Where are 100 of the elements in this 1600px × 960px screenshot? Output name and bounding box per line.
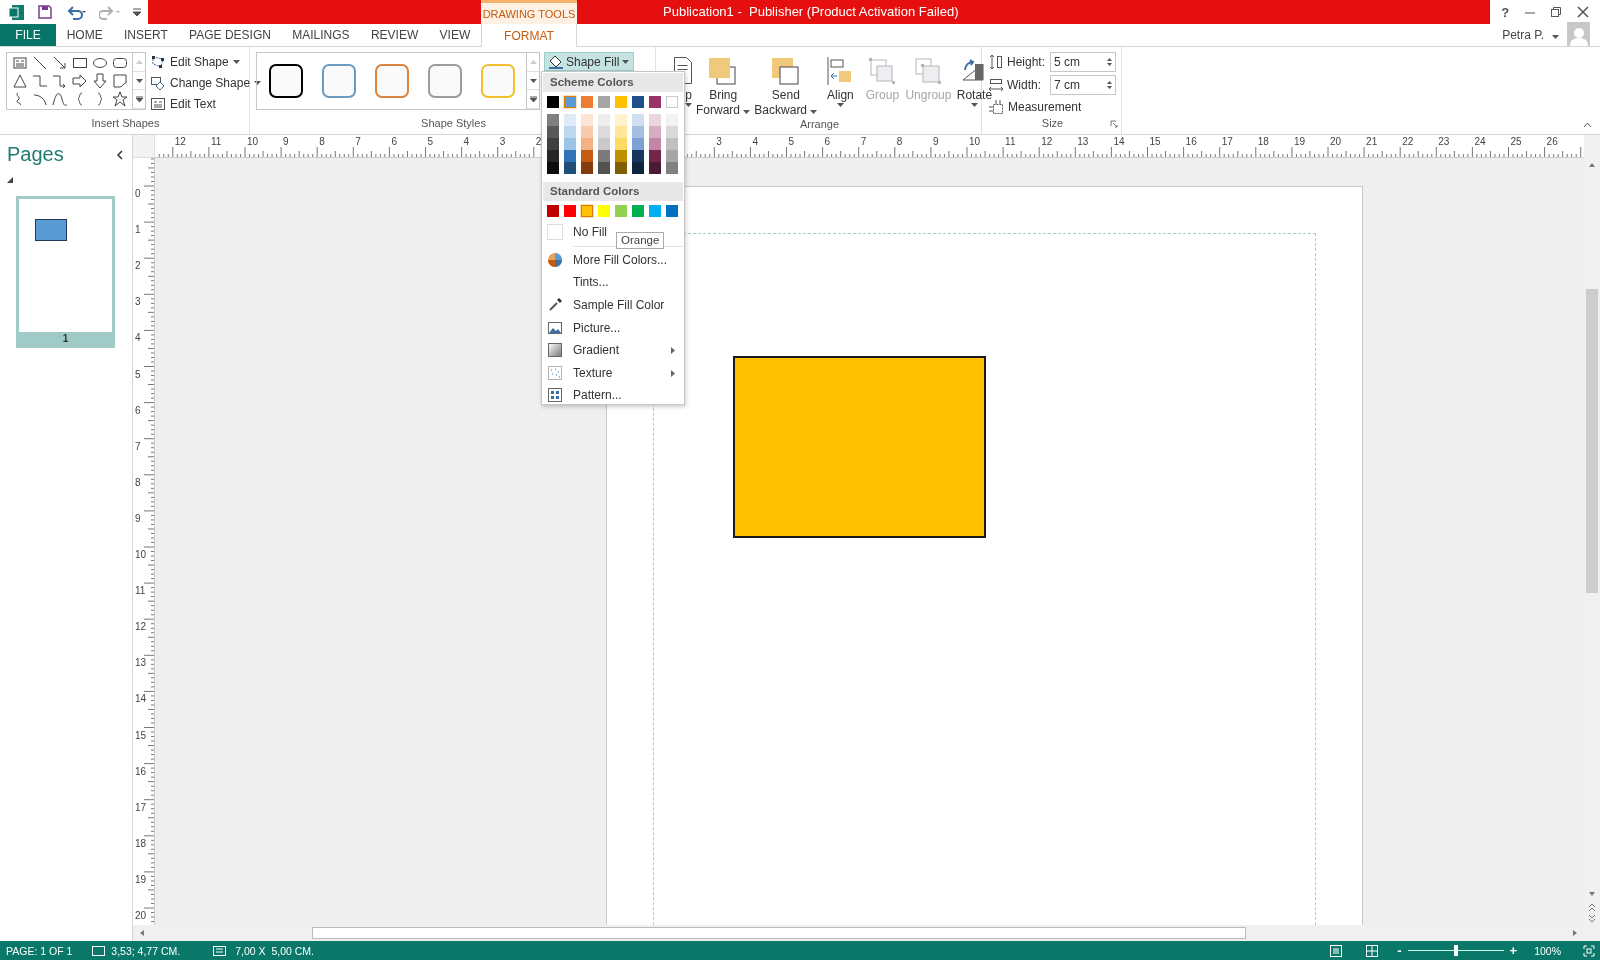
color-swatch[interactable]: [615, 150, 627, 162]
line-icon[interactable]: [31, 55, 48, 71]
flowchart-shape-icon[interactable]: [111, 73, 128, 89]
down-arrow-icon[interactable]: [91, 73, 108, 89]
color-swatch[interactable]: [581, 150, 593, 162]
ribbon-tab[interactable]: FORMAT: [481, 24, 577, 47]
arc-icon[interactable]: [31, 91, 48, 107]
color-swatch[interactable]: [547, 150, 559, 162]
right-arrow-icon[interactable]: [71, 73, 88, 89]
rectangle-icon[interactable]: [71, 55, 88, 71]
scrollbar-thumb[interactable]: [312, 927, 1246, 939]
undo-icon[interactable]: [65, 4, 87, 20]
color-swatch[interactable]: [598, 96, 610, 108]
color-swatch[interactable]: [581, 96, 593, 108]
ribbon-button[interactable]: Align: [821, 52, 860, 118]
shape-fill-button[interactable]: Shape Fill: [544, 52, 635, 71]
zoom-in-button[interactable]: +: [1509, 943, 1518, 958]
menu-item[interactable]: Texture: [543, 361, 683, 385]
color-swatch[interactable]: [632, 96, 644, 108]
zoom-out-button[interactable]: -: [1397, 943, 1402, 958]
close-icon[interactable]: [1576, 6, 1589, 18]
color-swatch[interactable]: [547, 138, 559, 150]
help-button[interactable]: ?: [1501, 4, 1510, 20]
color-swatch[interactable]: [615, 138, 627, 150]
menu-item[interactable]: No Fill: [543, 221, 607, 244]
ribbon-button[interactable]: Edit Text: [150, 95, 262, 113]
color-swatch[interactable]: [649, 162, 661, 174]
single-page-view-icon[interactable]: [1329, 944, 1344, 957]
shape-style-swatch[interactable]: [321, 64, 356, 98]
color-swatch[interactable]: [649, 205, 661, 217]
color-swatch[interactable]: [615, 162, 627, 174]
color-swatch[interactable]: [632, 114, 644, 126]
ribbon-tab[interactable]: PAGE DESIGN: [183, 24, 277, 46]
color-swatch[interactable]: [666, 205, 678, 217]
color-swatch[interactable]: [547, 126, 559, 138]
ribbon-button[interactable]: Edit Shape: [150, 53, 262, 71]
star-icon[interactable]: [111, 91, 128, 107]
shape-style-swatch[interactable]: [268, 64, 303, 98]
ribbon-tab[interactable]: REVIEW: [364, 24, 425, 46]
color-swatch[interactable]: [632, 205, 644, 217]
color-swatch[interactable]: [547, 96, 559, 108]
color-swatch[interactable]: [581, 205, 593, 217]
scroll-down-icon[interactable]: [135, 78, 143, 83]
color-swatch[interactable]: [615, 126, 627, 138]
ribbon-button[interactable]: Change Shape: [150, 74, 262, 92]
chevron-left-icon[interactable]: [116, 149, 124, 160]
oval-icon[interactable]: [91, 55, 108, 71]
color-swatch[interactable]: [581, 126, 593, 138]
more-icon[interactable]: [135, 96, 143, 103]
size-spinner[interactable]: 7 cm: [1050, 75, 1116, 95]
color-swatch[interactable]: [581, 138, 593, 150]
menu-item[interactable]: Sample Fill Color: [543, 293, 683, 317]
color-swatch[interactable]: [564, 205, 576, 217]
color-swatch[interactable]: [581, 114, 593, 126]
menu-item[interactable]: Picture...: [543, 316, 683, 339]
file-tab[interactable]: FILE: [0, 24, 56, 46]
ribbon-tab[interactable]: MAILINGS: [286, 24, 356, 46]
color-swatch[interactable]: [649, 150, 661, 162]
arrow-line-icon[interactable]: [51, 55, 68, 71]
ribbon-button[interactable]: Bring Forward: [696, 52, 751, 118]
color-swatch[interactable]: [649, 114, 661, 126]
color-swatch[interactable]: [632, 126, 644, 138]
more-icon[interactable]: [529, 96, 537, 103]
menu-item[interactable]: Pattern...: [543, 384, 683, 407]
restore-icon[interactable]: [1550, 6, 1563, 18]
menu-item[interactable]: Tints...: [543, 271, 683, 294]
color-swatch[interactable]: [666, 138, 678, 150]
menu-item[interactable]: Gradient: [543, 338, 683, 362]
zoom-percent[interactable]: 100%: [1534, 944, 1561, 957]
color-swatch[interactable]: [564, 96, 576, 108]
triangle-icon[interactable]: [11, 73, 28, 89]
save-icon[interactable]: [37, 4, 53, 20]
color-swatch[interactable]: [581, 162, 593, 174]
color-swatch[interactable]: [564, 150, 576, 162]
color-swatch[interactable]: [632, 138, 644, 150]
color-swatch[interactable]: [564, 126, 576, 138]
color-swatch[interactable]: [564, 114, 576, 126]
color-swatch[interactable]: [598, 126, 610, 138]
page-thumbnail[interactable]: 1: [16, 196, 115, 348]
color-swatch[interactable]: [598, 150, 610, 162]
color-swatch[interactable]: [615, 205, 627, 217]
redo-icon[interactable]: [99, 4, 121, 20]
fit-page-icon[interactable]: [1583, 944, 1595, 957]
color-swatch[interactable]: [632, 162, 644, 174]
color-swatch[interactable]: [666, 162, 678, 174]
collapse-ribbon-icon[interactable]: [1583, 122, 1592, 128]
color-swatch[interactable]: [598, 114, 610, 126]
ribbon-tab[interactable]: HOME: [60, 24, 109, 46]
menu-item[interactable]: More Fill Colors...: [543, 248, 683, 272]
color-swatch[interactable]: [649, 96, 661, 108]
color-swatch[interactable]: [615, 114, 627, 126]
zoom-slider-thumb[interactable]: [1453, 945, 1458, 956]
color-swatch[interactable]: [598, 162, 610, 174]
rounded-rectangle-icon[interactable]: [111, 55, 128, 71]
color-swatch[interactable]: [564, 138, 576, 150]
color-swatch[interactable]: [666, 150, 678, 162]
color-swatch[interactable]: [547, 205, 559, 217]
two-page-view-icon[interactable]: [1365, 944, 1380, 957]
color-swatch[interactable]: [666, 126, 678, 138]
color-swatch[interactable]: [632, 150, 644, 162]
